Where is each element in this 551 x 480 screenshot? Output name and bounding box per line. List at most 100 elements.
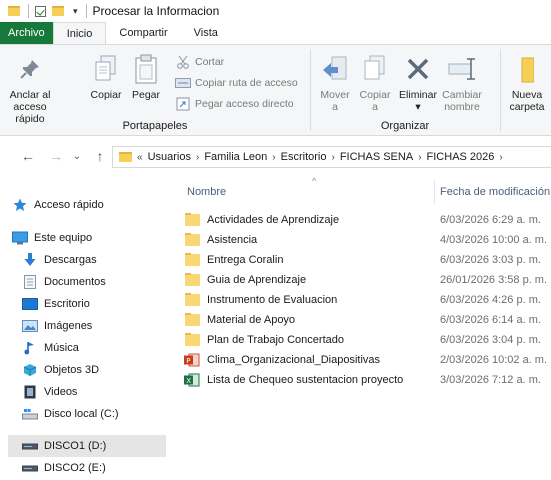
move-to-label-2: a (332, 101, 338, 113)
sort-ascending-icon: ^ (312, 176, 317, 186)
file-row[interactable]: Instrumento de Evaluacion 6/03/2026 4:26… (184, 290, 551, 310)
file-row[interactable]: P Clima_Organizacional_Diapositivas 2/03/… (184, 350, 551, 370)
file-row[interactable]: Guia de Aprendizaje 26/01/2026 3:58 p. m… (184, 270, 551, 290)
overflow-chevron[interactable]: « (137, 152, 143, 163)
file-date: 4/03/2026 10:00 a. m. (440, 234, 548, 246)
excel-file-icon: X (184, 373, 200, 387)
pin-label-line1: Anclar al (9, 89, 51, 101)
nav-item-music[interactable]: Música (8, 337, 166, 359)
file-date: 6/03/2026 4:26 p. m. (440, 294, 541, 306)
divider (85, 4, 87, 18)
new-folder-button[interactable]: Nueva carpeta (505, 51, 549, 113)
tab-vista[interactable]: Vista (181, 22, 231, 44)
copy-to-icon (359, 51, 391, 87)
file-date: 6/03/2026 6:14 a. m. (440, 314, 541, 326)
back-arrow-icon[interactable]: ← (18, 148, 38, 164)
tab-compartir[interactable]: Compartir (106, 22, 180, 44)
move-to-button[interactable]: Mover a (316, 51, 354, 113)
move-to-icon (319, 51, 351, 87)
navigation-pane: Acceso rápido Este equipo Descargas Docu… (0, 176, 170, 480)
svg-text:X: X (186, 377, 191, 385)
paste-label: Pegar (131, 89, 161, 101)
tab-inicio[interactable]: Inicio (52, 22, 107, 44)
customize-dropdown-icon[interactable]: ▾ (73, 6, 78, 17)
file-date: 6/03/2026 3:03 p. m. (440, 254, 541, 266)
nav-item-downloads[interactable]: Descargas (8, 249, 166, 271)
recent-dropdown-icon[interactable]: ⌄ (70, 151, 84, 162)
folder-icon (184, 273, 200, 287)
column-header-name[interactable]: Nombre (187, 182, 226, 202)
nav-item-documents[interactable]: Documentos (8, 271, 166, 293)
quick-access-toolbar: ▾ (0, 0, 93, 22)
cube-icon (22, 363, 38, 377)
file-row[interactable]: Asistencia 4/03/2026 10:00 a. m. (184, 230, 551, 250)
rename-button[interactable]: Cambiar nombre (440, 51, 484, 113)
copy-to-label-2: a (372, 101, 378, 113)
up-arrow-icon[interactable]: ↑ (90, 148, 110, 164)
properties-check-icon[interactable] (35, 5, 46, 17)
breadcrumb-fichas-sena[interactable]: FICHAS SENA (340, 151, 413, 163)
paste-button[interactable]: Pegar (128, 51, 164, 101)
copy-button[interactable]: Copiar (88, 51, 124, 101)
new-folder-label-2: carpeta (509, 101, 545, 113)
nav-label: Descargas (44, 254, 97, 266)
breadcrumb-familia-leon[interactable]: Familia Leon (204, 151, 267, 163)
file-row[interactable]: X Lista de Chequeo sustentacion proyecto … (184, 370, 551, 390)
nav-label: Acceso rápido (34, 199, 104, 211)
rename-icon (446, 51, 478, 87)
tab-archivo[interactable]: Archivo (0, 22, 53, 44)
delete-x-icon (402, 51, 434, 87)
download-arrow-icon (22, 253, 38, 267)
pin-quick-access-button[interactable]: Anclar al acceso rápido (2, 51, 58, 125)
new-folder-label-1: Nueva (511, 89, 543, 101)
file-row[interactable]: Plan de Trabajo Concertado 6/03/2026 3:0… (184, 330, 551, 350)
divider (28, 4, 29, 18)
file-name: Guia de Aprendizaje (207, 274, 307, 286)
nav-item-quick-access[interactable]: Acceso rápido (8, 194, 166, 216)
organize-group-label: Organizar (380, 120, 430, 132)
copy-path-icon (175, 76, 191, 90)
copy-to-button[interactable]: Copiar a (356, 51, 394, 113)
delete-button[interactable]: Eliminar ▾ (397, 51, 439, 113)
column-header-date[interactable]: Fecha de modificación (440, 182, 550, 202)
nav-label: DISCO1 (D:) (44, 440, 107, 452)
scissors-icon (175, 55, 191, 69)
document-icon (22, 275, 38, 289)
drive-icon (22, 439, 38, 453)
delete-label: Eliminar (399, 89, 437, 101)
address-bar[interactable]: « Usuarios › Familia Leon › Escritorio ›… (112, 146, 551, 168)
column-divider[interactable] (434, 180, 435, 204)
nav-item-desktop[interactable]: Escritorio (8, 293, 166, 315)
file-name: Lista de Chequeo sustentacion proyecto (207, 374, 404, 386)
delete-dropdown-icon[interactable]: ▾ (415, 101, 420, 113)
drive-icon (22, 461, 38, 475)
ribbon-tabs: Archivo Inicio Compartir Vista (0, 22, 551, 44)
breadcrumb-fichas-2026[interactable]: FICHAS 2026 (427, 151, 495, 163)
nav-item-this-pc[interactable]: Este equipo (8, 227, 166, 249)
file-row[interactable]: Actividades de Aprendizaje 6/03/2026 6:2… (184, 210, 551, 230)
file-date: 26/01/2026 3:58 p. m. (440, 274, 548, 286)
cut-button[interactable]: Cortar (175, 53, 224, 71)
folder-icon (184, 253, 200, 267)
nav-item-disco1-d[interactable]: DISCO1 (D:) (8, 435, 166, 457)
file-row[interactable]: Entrega Coralin 6/03/2026 3:03 p. m. (184, 250, 551, 270)
group-divider (310, 49, 311, 131)
forward-arrow-icon[interactable]: → (46, 148, 66, 164)
copy-path-button[interactable]: Copiar ruta de acceso (175, 74, 298, 92)
nav-label: Videos (44, 386, 78, 398)
folder-icon (184, 233, 200, 247)
paste-shortcut-button[interactable]: Pegar acceso directo (175, 95, 294, 113)
breadcrumb-usuarios[interactable]: Usuarios (148, 151, 191, 163)
copy-path-label: Copiar ruta de acceso (195, 77, 298, 89)
new-folder-icon[interactable] (52, 6, 64, 16)
address-row: ← → ⌄ ↑ « Usuarios › Familia Leon › Escr… (0, 136, 551, 176)
nav-item-local-disk-c[interactable]: Disco local (C:) (8, 403, 166, 425)
file-name: Asistencia (207, 234, 258, 246)
nav-item-videos[interactable]: Videos (8, 381, 166, 403)
file-row[interactable]: Material de Apoyo 6/03/2026 6:14 a. m. (184, 310, 551, 330)
nav-label: Documentos (44, 276, 106, 288)
breadcrumb-escritorio[interactable]: Escritorio (281, 151, 327, 163)
nav-item-3d-objects[interactable]: Objetos 3D (8, 359, 166, 381)
nav-item-pictures[interactable]: Imágenes (8, 315, 166, 337)
nav-item-disco2-e[interactable]: DISCO2 (E:) (8, 457, 166, 479)
